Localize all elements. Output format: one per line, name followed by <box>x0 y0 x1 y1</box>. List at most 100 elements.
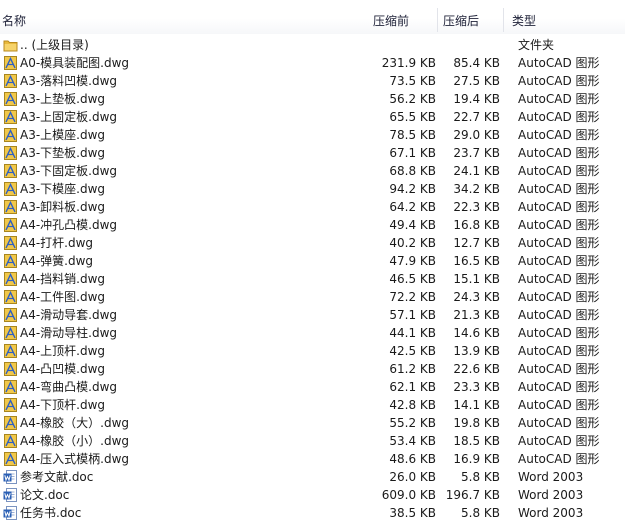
file-row[interactable]: A3-下固定板.dwg 68.8 KB 24.1 KB AutoCAD 图形 <box>0 162 625 180</box>
file-row[interactable]: A4-工件图.dwg 72.2 KB 24.3 KB AutoCAD 图形 <box>0 288 625 306</box>
size-before: 72.2 KB <box>389 290 436 304</box>
autocad-file-icon <box>3 289 18 305</box>
size-after: 29.0 KB <box>453 128 500 142</box>
file-type: AutoCAD 图形 <box>518 254 600 268</box>
autocad-file-icon <box>3 199 18 215</box>
size-before: 38.5 KB <box>389 506 436 520</box>
file-row[interactable]: A4-下顶杆.dwg 42.8 KB 14.1 KB AutoCAD 图形 <box>0 396 625 414</box>
file-row[interactable]: A4-橡胶（大）.dwg 55.2 KB 19.8 KB AutoCAD 图形 <box>0 414 625 432</box>
file-name: 参考文献.doc <box>20 470 94 484</box>
file-type: AutoCAD 图形 <box>518 308 600 322</box>
size-after: 34.2 KB <box>453 182 500 196</box>
file-row[interactable]: A4-弹簧.dwg 47.9 KB 16.5 KB AutoCAD 图形 <box>0 252 625 270</box>
file-row[interactable]: 论文.doc 609.0 KB 196.7 KB Word 2003 <box>0 486 625 504</box>
size-after: 21.3 KB <box>453 308 500 322</box>
autocad-file-icon <box>3 73 18 89</box>
file-type: AutoCAD 图形 <box>518 434 600 448</box>
size-after: 22.7 KB <box>453 110 500 124</box>
size-before <box>360 36 436 54</box>
file-row[interactable]: A3-上固定板.dwg 65.5 KB 22.7 KB AutoCAD 图形 <box>0 108 625 126</box>
column-header-bar: 名称 压缩前 压缩后 类型 <box>0 0 625 34</box>
column-header-before[interactable]: 压缩前 <box>373 13 409 29</box>
file-row[interactable]: A4-打杆.dwg 40.2 KB 12.7 KB AutoCAD 图形 <box>0 234 625 252</box>
file-row[interactable]: A3-落料凹模.dwg 73.5 KB 27.5 KB AutoCAD 图形 <box>0 72 625 90</box>
autocad-file-icon <box>3 55 18 71</box>
autocad-file-icon <box>3 181 18 197</box>
file-type: AutoCAD 图形 <box>518 326 600 340</box>
file-row[interactable]: A4-上顶杆.dwg 42.5 KB 13.9 KB AutoCAD 图形 <box>0 342 625 360</box>
size-after: 5.8 KB <box>461 470 500 484</box>
file-name: A4-弹簧.dwg <box>20 254 94 268</box>
file-row[interactable]: 任务书.doc 38.5 KB 5.8 KB Word 2003 <box>0 504 625 522</box>
autocad-file-icon <box>3 253 18 269</box>
file-name: A4-下顶杆.dwg <box>20 398 106 412</box>
file-type: AutoCAD 图形 <box>518 362 600 376</box>
autocad-file-icon <box>3 433 18 449</box>
autocad-file-icon <box>3 451 18 467</box>
file-row[interactable]: A0-模具装配图.dwg 231.9 KB 85.4 KB AutoCAD 图形 <box>0 54 625 72</box>
file-row[interactable]: A4-橡胶（小）.dwg 53.4 KB 18.5 KB AutoCAD 图形 <box>0 432 625 450</box>
size-before: 46.5 KB <box>389 272 436 286</box>
file-row[interactable]: A4-滑动导套.dwg 57.1 KB 21.3 KB AutoCAD 图形 <box>0 306 625 324</box>
file-row[interactable]: .. (上级目录) 文件夹 <box>0 36 625 54</box>
file-row[interactable]: A3-下垫板.dwg 67.1 KB 23.7 KB AutoCAD 图形 <box>0 144 625 162</box>
file-name: A4-橡胶（小）.dwg <box>20 434 130 448</box>
file-row[interactable]: A3-上垫板.dwg 56.2 KB 19.4 KB AutoCAD 图形 <box>0 90 625 108</box>
file-type: AutoCAD 图形 <box>518 182 600 196</box>
file-type: AutoCAD 图形 <box>518 218 600 232</box>
file-type: Word 2003 <box>518 470 584 484</box>
file-type: AutoCAD 图形 <box>518 452 600 466</box>
file-name: .. (上级目录) <box>20 38 89 52</box>
file-name: A3-落料凹模.dwg <box>20 74 118 88</box>
file-row[interactable]: A3-下模座.dwg 94.2 KB 34.2 KB AutoCAD 图形 <box>0 180 625 198</box>
size-after: 16.8 KB <box>453 218 500 232</box>
size-before: 231.9 KB <box>381 56 436 70</box>
file-type: 文件夹 <box>518 38 555 52</box>
file-type: AutoCAD 图形 <box>518 110 600 124</box>
file-name: 论文.doc <box>20 488 70 502</box>
size-before: 55.2 KB <box>389 416 436 430</box>
file-row[interactable]: A4-滑动导柱.dwg 44.1 KB 14.6 KB AutoCAD 图形 <box>0 324 625 342</box>
file-type: AutoCAD 图形 <box>518 236 600 250</box>
file-name: A3-下固定板.dwg <box>20 164 118 178</box>
file-type: AutoCAD 图形 <box>518 56 600 70</box>
column-header-name[interactable]: 名称 <box>2 13 26 29</box>
size-after: 196.7 KB <box>445 488 500 502</box>
autocad-file-icon <box>3 271 18 287</box>
size-after: 23.3 KB <box>453 380 500 394</box>
file-name: A3-卸料板.dwg <box>20 200 106 214</box>
autocad-file-icon <box>3 235 18 251</box>
size-after: 22.6 KB <box>453 362 500 376</box>
size-before: 94.2 KB <box>389 182 436 196</box>
file-row[interactable]: A4-冲孔凸模.dwg 49.4 KB 16.8 KB AutoCAD 图形 <box>0 216 625 234</box>
file-row[interactable]: A3-上模座.dwg 78.5 KB 29.0 KB AutoCAD 图形 <box>0 126 625 144</box>
file-list: .. (上级目录) 文件夹 A0-模具装配图.dwg 231.9 KB 85.4 KB A… <box>0 36 625 522</box>
autocad-file-icon <box>3 91 18 107</box>
file-type: AutoCAD 图形 <box>518 74 600 88</box>
file-row[interactable]: A3-卸料板.dwg 64.2 KB 22.3 KB AutoCAD 图形 <box>0 198 625 216</box>
file-row[interactable]: A4-弯曲凸模.dwg 62.1 KB 23.3 KB AutoCAD 图形 <box>0 378 625 396</box>
file-name: A4-上顶杆.dwg <box>20 344 106 358</box>
file-row[interactable]: 参考文献.doc 26.0 KB 5.8 KB Word 2003 <box>0 468 625 486</box>
autocad-file-icon <box>3 217 18 233</box>
size-after: 24.1 KB <box>453 164 500 178</box>
size-before: 73.5 KB <box>389 74 436 88</box>
file-row[interactable]: A4-凸凹模.dwg 61.2 KB 22.6 KB AutoCAD 图形 <box>0 360 625 378</box>
column-divider[interactable] <box>437 8 438 32</box>
file-name: A4-弯曲凸模.dwg <box>20 380 118 394</box>
size-after: 85.4 KB <box>453 56 500 70</box>
size-before: 68.8 KB <box>389 164 436 178</box>
autocad-file-icon <box>3 361 18 377</box>
file-row[interactable]: A4-挡料销.dwg 46.5 KB 15.1 KB AutoCAD 图形 <box>0 270 625 288</box>
file-type: AutoCAD 图形 <box>518 200 600 214</box>
size-before: 61.2 KB <box>389 362 436 376</box>
autocad-file-icon <box>3 397 18 413</box>
column-divider[interactable] <box>503 8 504 32</box>
autocad-file-icon <box>3 325 18 341</box>
file-row[interactable]: A4-压入式模柄.dwg 48.6 KB 16.9 KB AutoCAD 图形 <box>0 450 625 468</box>
column-header-after[interactable]: 压缩后 <box>443 13 479 29</box>
file-name: A0-模具装配图.dwg <box>20 56 130 70</box>
size-before: 56.2 KB <box>389 92 436 106</box>
file-type: AutoCAD 图形 <box>518 128 600 142</box>
column-header-type[interactable]: 类型 <box>512 13 536 29</box>
